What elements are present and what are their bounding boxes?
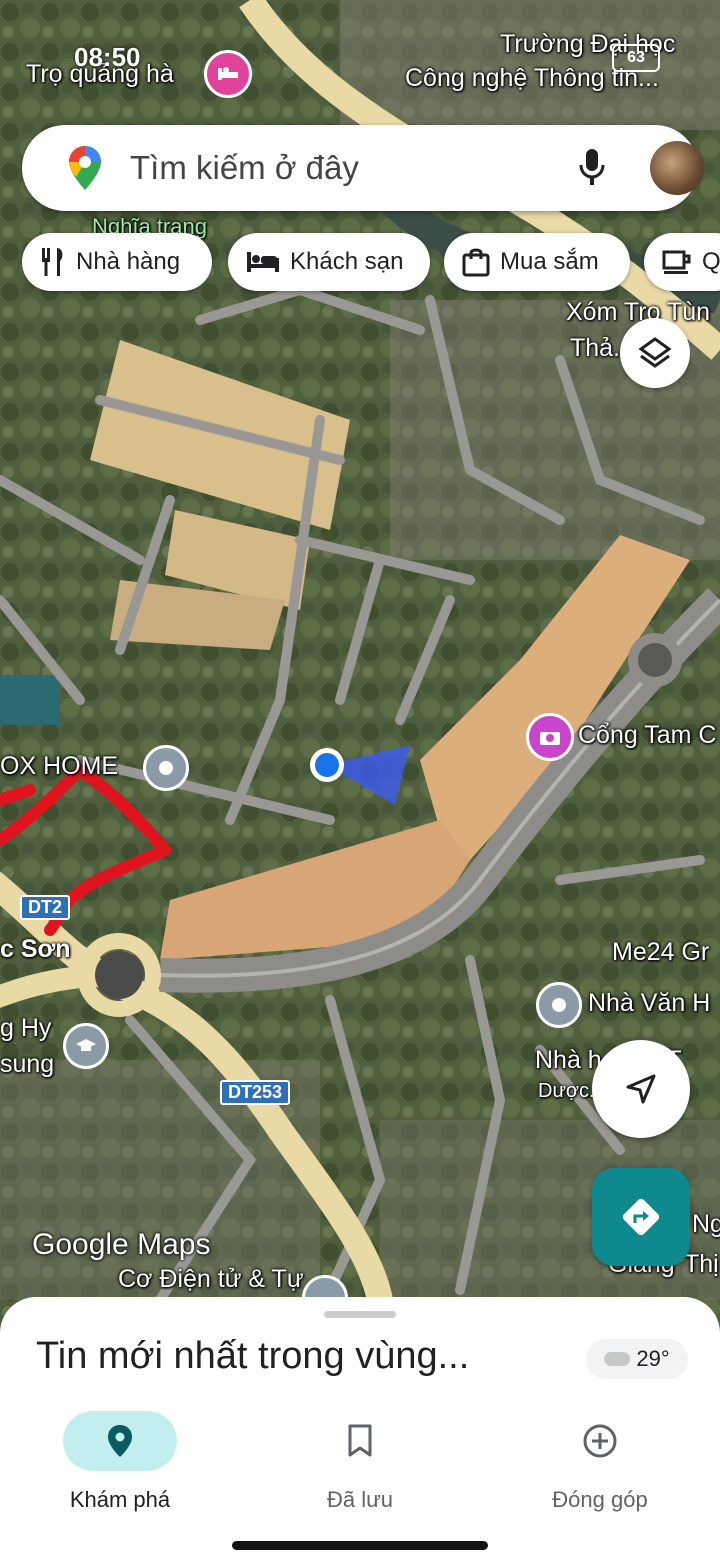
nav-label: Khám phá [69, 1487, 171, 1512]
nav-saved[interactable]: Đã lưu [280, 1411, 440, 1513]
drag-handle[interactable] [324, 1311, 396, 1318]
layers-button[interactable] [620, 318, 690, 388]
chip-hotels[interactable]: Khách sạn [228, 233, 430, 291]
map-label[interactable]: Me24 Gr [612, 938, 709, 967]
location-pin-icon [108, 1425, 132, 1457]
place-pin-icon[interactable] [143, 745, 189, 791]
add-circle-icon [583, 1424, 617, 1458]
directions-button[interactable] [592, 1168, 690, 1266]
battery-icon: 63 [612, 44, 660, 72]
map-label[interactable]: Cơ Điện tử & Tự [118, 1265, 304, 1294]
map-label[interactable]: Cổng Tam C [578, 721, 717, 750]
hotel-icon [247, 252, 279, 272]
avatar[interactable] [650, 141, 704, 195]
my-location-button[interactable] [592, 1040, 690, 1138]
status-time: 08:50 [74, 42, 141, 72]
chip-coffee[interactable]: Q [644, 233, 720, 291]
directions-icon [622, 1198, 660, 1236]
camera-poi-icon[interactable] [526, 713, 574, 761]
chip-label: Khách sạn [290, 248, 404, 275]
school-poi-icon[interactable] [63, 1023, 109, 1069]
bottom-sheet[interactable]: Tin mới nhất trong vùng... 29° Khám phá … [0, 1297, 720, 1565]
cloud-icon [604, 1352, 631, 1366]
road-badge: DT2 [20, 895, 71, 920]
hotel-poi-icon[interactable] [204, 50, 252, 98]
map-label[interactable]: Nhà Văn H [588, 989, 710, 1018]
weather-badge[interactable]: 29° [586, 1339, 688, 1379]
layers-icon [638, 337, 672, 368]
map-label[interactable]: Thị [684, 1250, 719, 1279]
chip-label: Mua sắm [500, 248, 599, 275]
chip-label: Q [702, 248, 720, 275]
road-badge: DT253 [220, 1080, 291, 1105]
map-label[interactable]: Ng [692, 1210, 720, 1239]
weather-temperature: 29° [636, 1346, 670, 1371]
search-bar[interactable]: Tìm kiếm ở đây [22, 125, 704, 211]
nav-contribute[interactable]: Đóng góp [520, 1411, 680, 1513]
home-indicator[interactable] [232, 1541, 488, 1550]
chip-restaurants[interactable]: Nhà hàng [22, 233, 212, 291]
google-maps-pin-icon [68, 145, 102, 196]
chip-label: Nhà hàng [76, 248, 181, 275]
microphone-icon[interactable] [578, 147, 606, 192]
map-label[interactable]: OX HOME [0, 752, 118, 781]
restaurant-icon [42, 248, 63, 276]
shopping-bag-icon [462, 248, 490, 277]
search-input[interactable]: Tìm kiếm ở đây [130, 149, 359, 187]
map-label[interactable]: g Hy [0, 1014, 51, 1043]
nav-label: Đã lưu [326, 1487, 394, 1512]
nav-explore[interactable]: Khám phá [40, 1411, 200, 1513]
chip-shopping[interactable]: Mua sắm [444, 233, 630, 291]
nav-label: Đóng góp [552, 1487, 648, 1512]
bookmark-icon [348, 1424, 372, 1457]
map-label[interactable]: sung [0, 1050, 54, 1079]
map-label[interactable]: c Sơn [0, 935, 71, 964]
coffee-icon [662, 250, 691, 274]
navigation-arrow-icon [626, 1074, 656, 1104]
google-maps-logo: Google Maps [32, 1228, 211, 1261]
place-pin-icon[interactable] [536, 982, 582, 1028]
sheet-title: Tin mới nhất trong vùng... [36, 1335, 470, 1377]
